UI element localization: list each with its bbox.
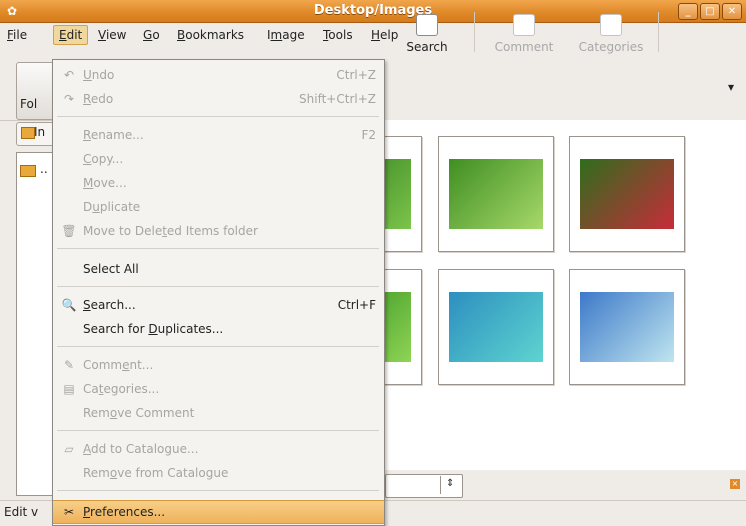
maximize-button[interactable]: □ [700, 3, 720, 20]
menu-item-redo[interactable]: ↷ Redo Shift+Ctrl+Z [53, 88, 384, 110]
status-text: Edit v [4, 505, 39, 519]
search-button-label: Search [406, 40, 448, 54]
trash-icon: 🗑 [61, 224, 77, 238]
butterfly-red-flowers-photo [580, 159, 674, 229]
menu-edit[interactable]: Edit [53, 25, 89, 45]
undo-accel: Ctrl+Z [336, 68, 376, 82]
menu-separator [57, 248, 379, 249]
combo-divider [440, 476, 441, 494]
menu-item-move-to-deleted[interactable]: 🗑 Move to Deleted Items folder [53, 220, 384, 242]
menu-item-preferences[interactable]: ✂ Preferences... [53, 500, 384, 524]
folder-icon [20, 165, 36, 177]
undo-icon: ↶ [63, 68, 75, 82]
menu-separator [57, 116, 379, 117]
menu-item-move[interactable]: Move... [53, 172, 384, 194]
thumbnail[interactable] [438, 269, 554, 385]
comment-icon: ✎ [63, 358, 75, 372]
catalogue-icon: ▱ [64, 442, 74, 456]
menu-item-remove-comment[interactable]: Remove Comment [53, 402, 384, 424]
menu-separator [57, 490, 379, 491]
comment-icon [513, 14, 535, 36]
menu-item-select-all[interactable]: Select All [53, 258, 384, 280]
thumbnail[interactable] [569, 136, 685, 252]
menu-file[interactable]: File [2, 26, 32, 44]
menu-bookmarks[interactable]: Bookmarks [172, 26, 249, 44]
toolbar-separator [474, 12, 475, 52]
toolbar-separator [658, 12, 659, 52]
menu-separator [57, 430, 379, 431]
search-icon [416, 14, 438, 36]
close-button[interactable]: ✕ [722, 3, 742, 20]
folders-label: Fol [20, 97, 38, 111]
redo-accel: Shift+Ctrl+Z [299, 92, 376, 106]
parent-folder-item[interactable]: .. [40, 162, 48, 176]
butterfly-orange-photo [449, 159, 543, 229]
comment-button-label: Comment [494, 40, 554, 54]
menu-item-rename[interactable]: Rename... F2 [53, 124, 384, 146]
menu-item-search-duplicates[interactable]: Search for Duplicates... [53, 318, 384, 340]
search-accel: Ctrl+F [337, 298, 376, 312]
folder-icon [21, 127, 35, 139]
close-icon[interactable]: × [730, 479, 740, 489]
menu-item-undo[interactable]: ↶ Undo Ctrl+Z [53, 64, 384, 86]
menu-separator [57, 346, 379, 347]
spin-arrows-icon[interactable]: ⇕ [446, 478, 454, 489]
menu-item-comment[interactable]: ✎ Comment... [53, 354, 384, 376]
menu-item-categories[interactable]: ▤ Categories... [53, 378, 384, 400]
folder-tree[interactable] [16, 152, 54, 496]
rename-accel: F2 [361, 128, 376, 142]
menu-item-remove-from-catalogue[interactable]: Remove from Catalogue [53, 462, 384, 484]
menu-item-copy[interactable]: Copy... [53, 148, 384, 170]
categories-button-label: Categories [578, 40, 644, 54]
categories-icon: ▤ [63, 382, 75, 396]
menu-image[interactable]: Image [262, 26, 310, 44]
menu-separator [57, 286, 379, 287]
thumbnail[interactable] [438, 136, 554, 252]
edit-menu: ↶ Undo Ctrl+Z ↷ Redo Shift+Ctrl+Z Rename… [52, 59, 385, 526]
categories-button[interactable]: Categories [572, 6, 650, 62]
minimize-button[interactable]: _ [678, 3, 698, 20]
menu-item-duplicate[interactable]: Duplicate [53, 196, 384, 218]
thumbnail[interactable] [569, 269, 685, 385]
toolbar-overflow-icon[interactable]: ▾ [728, 80, 734, 94]
redo-icon: ↷ [63, 92, 75, 106]
menu-tools[interactable]: Tools [318, 26, 358, 44]
categories-icon [600, 14, 622, 36]
menu-item-add-to-catalogue[interactable]: ▱ Add to Catalogue... [53, 438, 384, 460]
beach-photo [580, 292, 674, 362]
search-button[interactable]: Search [395, 6, 459, 62]
search-icon: 🔍 [61, 298, 77, 312]
comment-button[interactable]: Comment [486, 6, 562, 62]
preferences-icon: ✂ [63, 505, 75, 519]
folders-button[interactable] [16, 62, 54, 120]
menu-go[interactable]: Go [138, 26, 165, 44]
menu-item-search[interactable]: 🔍 Search... Ctrl+F [53, 294, 384, 316]
reef-aerial-photo [449, 292, 543, 362]
location-label: In [34, 125, 46, 139]
menu-view[interactable]: View [93, 26, 131, 44]
